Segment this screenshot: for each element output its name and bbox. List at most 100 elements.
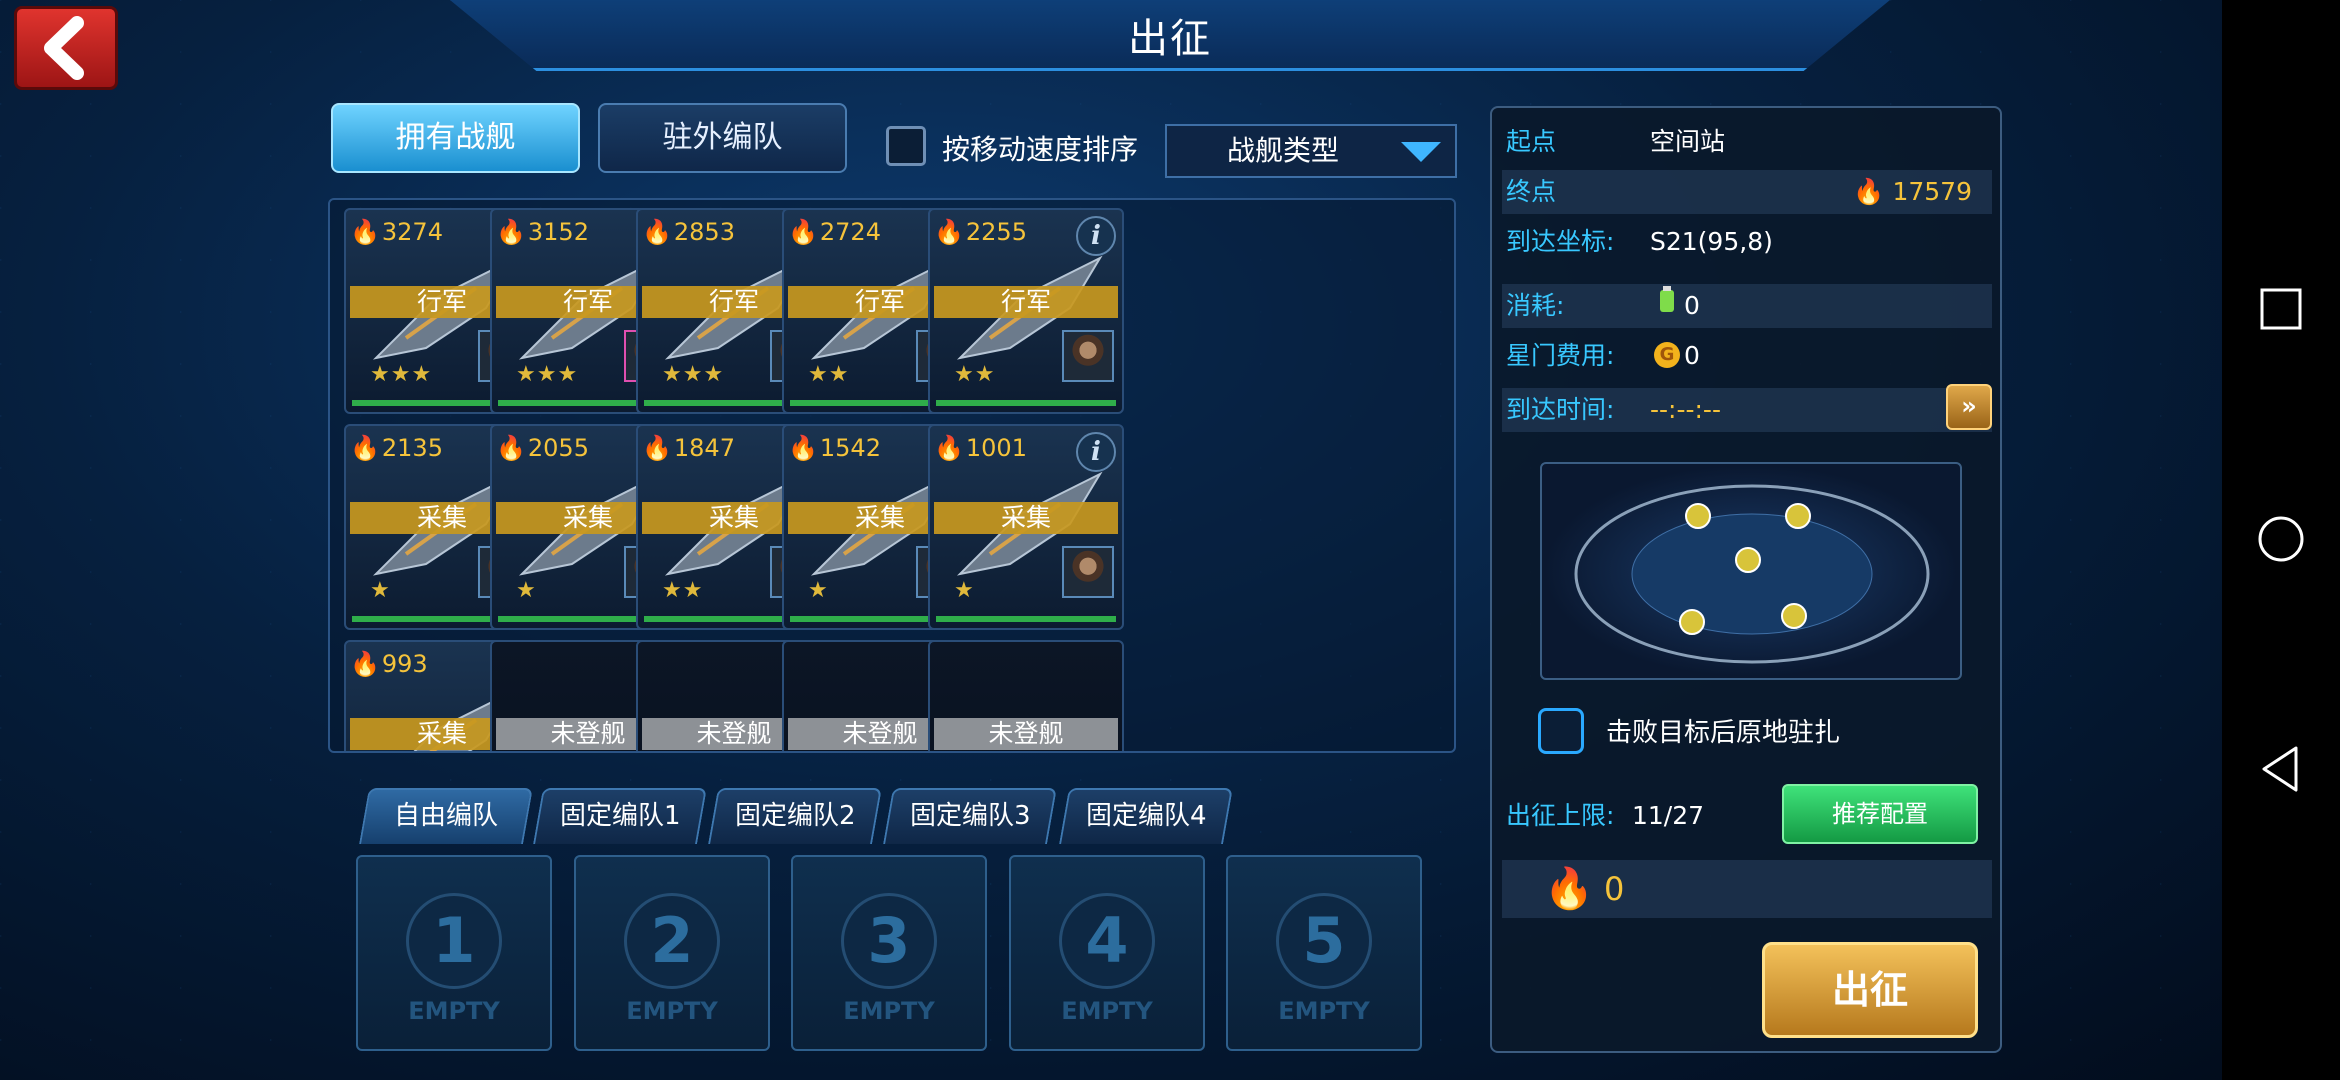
start-value: 空间站 [1650, 127, 1726, 156]
ship-stars: ★ [516, 578, 537, 603]
home-icon[interactable] [2256, 514, 2306, 564]
ship-stars: ★ [954, 578, 975, 603]
empty-ship-slot[interactable]: 未登舰 [928, 640, 1124, 751]
formation-tab[interactable]: 固定编队2 [708, 788, 882, 844]
ship-power-value: 993 [381, 650, 428, 678]
ship-power: 🔥3274 [350, 218, 443, 246]
slot-number: 2 [624, 893, 720, 989]
coord-row: 到达坐标: S21(95,8) [1502, 220, 1992, 264]
arrival-time-label: 到达时间: [1506, 395, 1615, 424]
ship-power-value: 2255 [965, 218, 1027, 246]
flame-icon: 🔥 [642, 434, 672, 462]
fleet-slot[interactable]: 2 EMPTY [574, 855, 770, 1051]
formation-map [1540, 462, 1962, 680]
start-label: 起点 [1506, 127, 1557, 156]
formation-diagram [1574, 484, 1930, 664]
ship-stars: ★★★ [516, 362, 579, 387]
recents-icon[interactable] [2256, 284, 2306, 334]
recommend-config-button[interactable]: 推荐配置 [1782, 784, 1978, 844]
tab-stationed-fleets[interactable]: 驻外编队 [598, 103, 847, 173]
coord-label: 到达坐标: [1506, 227, 1615, 256]
ship-power: 🔥1542 [788, 434, 881, 462]
ship-card[interactable]: 🔥1001 i 采集 ★ [928, 424, 1124, 630]
limit-value: 11/27 [1632, 801, 1705, 830]
ship-power-value: 2853 [673, 218, 735, 246]
total-power-row: 🔥 0 [1502, 860, 1992, 918]
chevron-left-icon [44, 16, 84, 80]
flame-icon: 🔥 [788, 434, 818, 462]
slot-number: 3 [841, 893, 937, 989]
fleet-slot[interactable]: 4 EMPTY [1009, 855, 1205, 1051]
cost-label: 消耗: [1506, 291, 1565, 320]
ship-power-value: 2135 [381, 434, 443, 462]
formation-tab-label: 固定编队3 [909, 801, 1031, 831]
flame-icon: 🔥 [934, 434, 964, 462]
fleet-slot[interactable]: 3 EMPTY [791, 855, 987, 1051]
slot-empty-label: EMPTY [1061, 997, 1153, 1025]
ship-power: 🔥1847 [642, 434, 735, 462]
formation-tab[interactable]: 自由编队 [359, 788, 533, 844]
formation-tab-label: 固定编队2 [734, 801, 856, 831]
ship-power: 🔥2135 [350, 434, 443, 462]
slot-empty-label: EMPTY [843, 997, 935, 1025]
ship-stars: ★★ [662, 578, 704, 603]
ship-hp-bar [936, 616, 1116, 622]
arrival-time-row: 到达时间: --:--:-- » [1502, 384, 1992, 432]
flame-icon: 🔥 [642, 218, 672, 246]
limit-label: 出征上限: [1506, 801, 1615, 830]
ship-stars: ★ [808, 578, 829, 603]
formation-tab[interactable]: 固定编队3 [883, 788, 1057, 844]
back-button[interactable] [14, 6, 118, 90]
formation-tab[interactable]: 固定编队4 [1059, 788, 1233, 844]
march-go-button[interactable]: 出征 [1762, 942, 1978, 1038]
sort-by-speed-label: 按移动速度排序 [942, 133, 1139, 166]
ship-stars: ★ [370, 578, 391, 603]
ship-stars: ★★ [808, 362, 850, 387]
captain-avatar [1062, 330, 1114, 382]
tab-owned-ships[interactable]: 拥有战舰 [331, 103, 580, 173]
flame-icon: 🔥 [350, 218, 380, 246]
ship-type-dropdown[interactable]: 战舰类型 [1165, 124, 1457, 178]
cost-row: 消耗: 0 [1502, 284, 1992, 328]
total-power-value: 0 [1604, 870, 1625, 908]
ship-power: 🔥2055 [496, 434, 589, 462]
back-nav-icon[interactable] [2256, 744, 2306, 794]
chevron-down-icon [1401, 142, 1441, 162]
slot-number: 1 [406, 893, 502, 989]
flame-icon: 🔥 [1853, 177, 1885, 206]
coin-icon: G [1654, 342, 1680, 368]
ship-power: 🔥993 [350, 650, 428, 678]
arrival-time-value: --:--:-- [1650, 395, 1721, 424]
ship-power-value: 1542 [819, 434, 881, 462]
ship-stars: ★★ [954, 362, 996, 387]
ship-card[interactable]: 🔥2255 i 行军 ★★ [928, 208, 1124, 414]
system-nav-bar [2222, 0, 2340, 1080]
page-title: 出征 [1128, 16, 1212, 62]
ship-grid: 🔥3274i行军★★★ 🔥3152i行军★★★ 🔥2853i行军★★★ 🔥272… [328, 198, 1456, 753]
coord-value: S21(95,8) [1650, 227, 1773, 256]
fuel-icon [1654, 284, 1680, 328]
double-chevron-right-icon[interactable]: » [1946, 384, 1992, 430]
end-power: 🔥 17579 [1853, 170, 1972, 214]
captain-avatar [1062, 546, 1114, 598]
fleet-slot[interactable]: 1 EMPTY [356, 855, 552, 1051]
ship-hp-bar [936, 400, 1116, 406]
gate-fee-row: 星门费用: G 0 [1502, 334, 1992, 378]
slot-number: 4 [1059, 893, 1155, 989]
end-row: 终点 🔥 17579 [1502, 170, 1992, 214]
ship-power: 🔥3152 [496, 218, 589, 246]
fleet-slot[interactable]: 5 EMPTY [1226, 855, 1422, 1051]
slot-number: 5 [1276, 893, 1372, 989]
cost-value: 0 [1684, 291, 1700, 320]
info-icon[interactable]: i [1076, 432, 1116, 472]
flame-icon: 🔥 [350, 434, 380, 462]
garrison-checkbox[interactable] [1538, 708, 1584, 754]
ship-power-value: 1001 [965, 434, 1027, 462]
sort-by-speed-checkbox[interactable] [886, 126, 926, 166]
ship-type-label: 战舰类型 [1227, 134, 1340, 167]
flame-icon: 🔥 [934, 218, 964, 246]
formation-tab[interactable]: 固定编队1 [533, 788, 707, 844]
ship-status: 采集 [934, 502, 1118, 534]
formation-tab-label: 固定编队1 [559, 801, 681, 831]
info-icon[interactable]: i [1076, 216, 1116, 256]
